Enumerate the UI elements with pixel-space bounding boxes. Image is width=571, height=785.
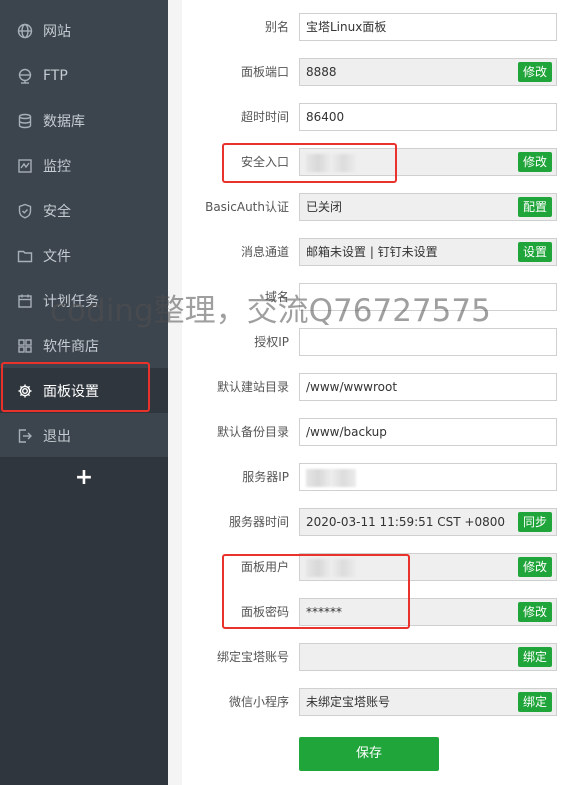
label-panel-port: 面板端口 bbox=[240, 65, 289, 79]
label-security-entry: 安全入口 bbox=[240, 155, 289, 169]
bind-bt-account-field: 绑定 bbox=[299, 643, 557, 671]
label-server-ip: 服务器IP bbox=[242, 470, 289, 484]
default-site-dir-value: /www/wwwroot bbox=[306, 380, 398, 394]
wechat-miniprogram-field: 未绑定宝塔账号 绑定 bbox=[299, 688, 557, 716]
save-button[interactable]: 保存 bbox=[299, 737, 439, 771]
panel-port-value: 8888 bbox=[306, 65, 337, 79]
redacted-value bbox=[306, 558, 356, 577]
default-backup-dir-value: /www/backup bbox=[306, 425, 387, 439]
default-backup-dir-input[interactable]: /www/backup bbox=[299, 418, 557, 446]
domain-input[interactable] bbox=[299, 283, 557, 311]
panel-password-modify-button[interactable]: 修改 bbox=[517, 602, 552, 622]
label-basicauth: BasicAuth认证 bbox=[205, 200, 289, 214]
redacted-value bbox=[306, 468, 356, 487]
authorized-ip-input[interactable] bbox=[299, 328, 557, 356]
label-alias: 别名 bbox=[264, 20, 289, 34]
panel-password-field: ****** 修改 bbox=[299, 598, 557, 626]
panel-password-value: ****** bbox=[306, 605, 342, 619]
panel-port-modify-button[interactable]: 修改 bbox=[517, 62, 552, 82]
panel-user-field: 修改 bbox=[299, 553, 557, 581]
alias-value: 宝塔Linux面板 bbox=[306, 20, 387, 34]
bind-bt-account-button[interactable]: 绑定 bbox=[517, 647, 552, 667]
basicauth-value: 已关闭 bbox=[306, 200, 343, 214]
security-entry-modify-button[interactable]: 修改 bbox=[517, 152, 552, 172]
label-authorized-ip: 授权IP bbox=[254, 335, 289, 349]
timeout-value: 86400 bbox=[306, 110, 345, 124]
label-default-backup-dir: 默认备份目录 bbox=[216, 425, 289, 439]
alias-input[interactable]: 宝塔Linux面板 bbox=[299, 13, 557, 41]
basicauth-field: 已关闭 配置 bbox=[299, 193, 557, 221]
label-wechat-miniprogram: 微信小程序 bbox=[228, 695, 289, 709]
label-domain: 域名 bbox=[264, 290, 289, 304]
message-channel-field: 邮箱未设置 | 钉钉未设置 设置 bbox=[299, 238, 557, 266]
label-server-time: 服务器时间 bbox=[228, 515, 289, 529]
message-channel-setup-button[interactable]: 设置 bbox=[517, 242, 552, 262]
security-entry-field: 修改 bbox=[299, 148, 557, 176]
redacted-value bbox=[306, 153, 356, 172]
label-default-site-dir: 默认建站目录 bbox=[216, 380, 289, 394]
wechat-miniprogram-value: 未绑定宝塔账号 bbox=[306, 695, 391, 709]
server-ip-input[interactable] bbox=[299, 463, 557, 491]
label-bind-bt-account: 绑定宝塔账号 bbox=[216, 650, 289, 664]
wechat-miniprogram-bind-button[interactable]: 绑定 bbox=[517, 692, 552, 712]
label-panel-password: 面板密码 bbox=[240, 605, 289, 619]
timeout-input[interactable]: 86400 bbox=[299, 103, 557, 131]
server-time-sync-button[interactable]: 同步 bbox=[517, 512, 552, 532]
basicauth-config-button[interactable]: 配置 bbox=[517, 197, 552, 217]
label-panel-user: 面板用户 bbox=[240, 560, 289, 574]
label-timeout: 超时时间 bbox=[240, 110, 289, 124]
panel-user-modify-button[interactable]: 修改 bbox=[517, 557, 552, 577]
label-message-channel: 消息通道 bbox=[240, 245, 289, 259]
server-time-value: 2020-03-11 11:59:51 CST +0800 bbox=[306, 515, 505, 529]
panel-port-field: 8888 修改 bbox=[299, 58, 557, 86]
server-time-field: 2020-03-11 11:59:51 CST +0800 同步 bbox=[299, 508, 557, 536]
message-channel-value: 邮箱未设置 | 钉钉未设置 bbox=[306, 245, 438, 259]
default-site-dir-input[interactable]: /www/wwwroot bbox=[299, 373, 557, 401]
